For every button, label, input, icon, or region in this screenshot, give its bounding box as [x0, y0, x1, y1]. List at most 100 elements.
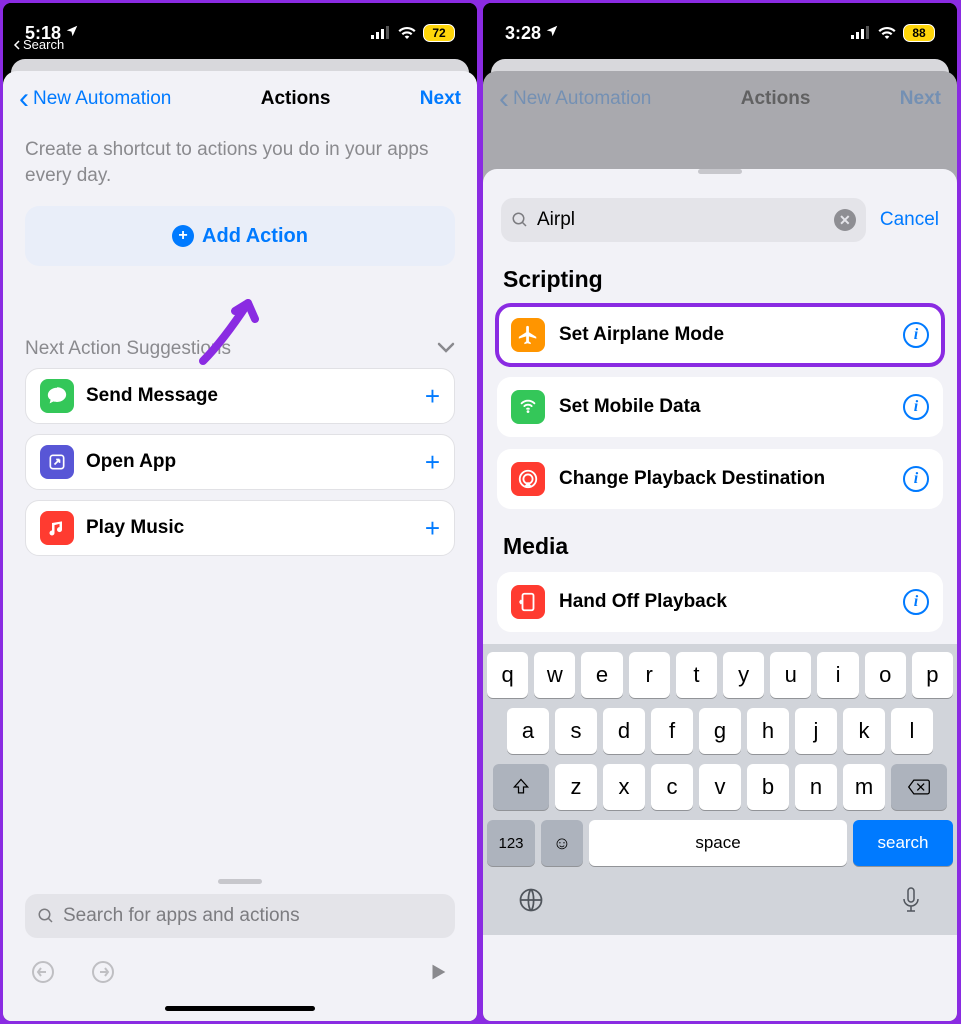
intro-text: Create a shortcut to actions you do in y… [3, 127, 477, 206]
nav-back[interactable]: ‹ New Automation [19, 84, 171, 114]
add-action-button[interactable]: + Add Action [25, 206, 455, 266]
chevron-left-icon: ‹ [19, 84, 29, 114]
key-b[interactable]: b [747, 764, 789, 810]
nav-next[interactable]: Next [420, 88, 461, 110]
location-icon [65, 24, 79, 42]
section-media-header: Media [483, 521, 957, 572]
suggestion-play-music[interactable]: Play Music + [25, 500, 455, 556]
bottom-search-sheet: Search for apps and actions [3, 869, 477, 1021]
search-input[interactable]: Search for apps and actions [25, 894, 455, 938]
add-icon[interactable]: + [425, 447, 440, 478]
key-i[interactable]: i [817, 652, 858, 698]
home-indicator[interactable] [165, 1006, 315, 1011]
key-l[interactable]: l [891, 708, 933, 754]
phone-left: 5:18 72 Search ‹ New Automation [3, 3, 477, 1021]
key-t[interactable]: t [676, 652, 717, 698]
key-d[interactable]: d [603, 708, 645, 754]
key-h[interactable]: h [747, 708, 789, 754]
key-k[interactable]: k [843, 708, 885, 754]
wifi-icon [397, 23, 417, 44]
handoff-icon [511, 585, 545, 619]
key-backspace[interactable] [891, 764, 947, 810]
key-emoji[interactable]: ☺ [541, 820, 583, 866]
keyboard: q w e r t y u i o p a s d [483, 644, 957, 935]
message-icon [40, 379, 74, 413]
key-shift[interactable] [493, 764, 549, 810]
key-m[interactable]: m [843, 764, 885, 810]
plus-circle-icon: + [172, 225, 194, 247]
location-icon [545, 24, 559, 42]
actions-sheet-dimmed: ‹ New Automation Actions Next ✕ Cancel S… [483, 71, 957, 1021]
clear-icon[interactable]: ✕ [834, 209, 856, 231]
section-scripting-header: Scripting [483, 254, 957, 305]
suggestion-open-app[interactable]: Open App + [25, 434, 455, 490]
cellular-icon [511, 390, 545, 424]
sheet-grabber[interactable] [698, 169, 742, 174]
undo-icon[interactable] [31, 960, 55, 989]
key-j[interactable]: j [795, 708, 837, 754]
info-icon[interactable]: i [903, 466, 929, 492]
status-bar: 5:18 72 [3, 3, 477, 59]
key-o[interactable]: o [865, 652, 906, 698]
key-g[interactable]: g [699, 708, 741, 754]
phone-right: 3:28 88 ‹ New Automation Actions [483, 3, 957, 1021]
nav-next[interactable]: Next [900, 88, 941, 110]
key-p[interactable]: p [912, 652, 953, 698]
key-w[interactable]: w [534, 652, 575, 698]
key-v[interactable]: v [699, 764, 741, 810]
result-change-playback-destination[interactable]: Change Playback Destination i [497, 449, 943, 509]
key-r[interactable]: r [629, 652, 670, 698]
key-a[interactable]: a [507, 708, 549, 754]
battery-indicator: 88 [903, 24, 935, 42]
search-input[interactable] [537, 209, 826, 231]
chevron-down-icon [437, 338, 455, 360]
sheet-grabber[interactable] [218, 879, 262, 884]
nav-back[interactable]: ‹ New Automation [499, 84, 651, 114]
key-n[interactable]: n [795, 764, 837, 810]
back-to-search[interactable]: Search [13, 37, 64, 52]
result-set-mobile-data[interactable]: Set Mobile Data i [497, 377, 943, 437]
toolbar [3, 946, 477, 1002]
nav-title: Actions [261, 88, 331, 110]
search-icon [37, 907, 55, 925]
key-y[interactable]: y [723, 652, 764, 698]
nav-bar: ‹ New Automation Actions Next [483, 71, 957, 127]
result-set-airplane-mode[interactable]: Set Airplane Mode i [497, 305, 943, 365]
key-numbers[interactable]: 123 [487, 820, 535, 866]
key-s[interactable]: s [555, 708, 597, 754]
key-f[interactable]: f [651, 708, 693, 754]
add-icon[interactable]: + [425, 513, 440, 544]
mic-icon[interactable] [899, 886, 923, 921]
info-icon[interactable]: i [903, 589, 929, 615]
music-icon [40, 511, 74, 545]
key-c[interactable]: c [651, 764, 693, 810]
search-icon [511, 211, 529, 229]
search-box[interactable]: ✕ [501, 198, 866, 242]
result-hand-off-playback[interactable]: Hand Off Playback i [497, 572, 943, 632]
open-app-icon [40, 445, 74, 479]
key-e[interactable]: e [581, 652, 622, 698]
airplane-icon [511, 318, 545, 352]
add-icon[interactable]: + [425, 381, 440, 412]
signal-icon [851, 23, 871, 44]
key-z[interactable]: z [555, 764, 597, 810]
suggestion-send-message[interactable]: Send Message + [25, 368, 455, 424]
key-q[interactable]: q [487, 652, 528, 698]
status-bar: 3:28 88 [483, 3, 957, 59]
cancel-button[interactable]: Cancel [880, 209, 939, 231]
redo-icon[interactable] [91, 960, 115, 989]
info-icon[interactable]: i [903, 394, 929, 420]
key-u[interactable]: u [770, 652, 811, 698]
nav-title: Actions [741, 88, 811, 110]
nav-bar: ‹ New Automation Actions Next [3, 71, 477, 127]
signal-icon [371, 23, 391, 44]
info-icon[interactable]: i [903, 322, 929, 348]
wifi-icon [877, 23, 897, 44]
play-icon[interactable] [427, 961, 449, 988]
key-x[interactable]: x [603, 764, 645, 810]
key-space[interactable]: space [589, 820, 847, 866]
globe-icon[interactable] [517, 886, 545, 921]
actions-sheet: ‹ New Automation Actions Next Create a s… [3, 71, 477, 1021]
annotation-arrow [193, 291, 273, 376]
key-search[interactable]: search [853, 820, 953, 866]
